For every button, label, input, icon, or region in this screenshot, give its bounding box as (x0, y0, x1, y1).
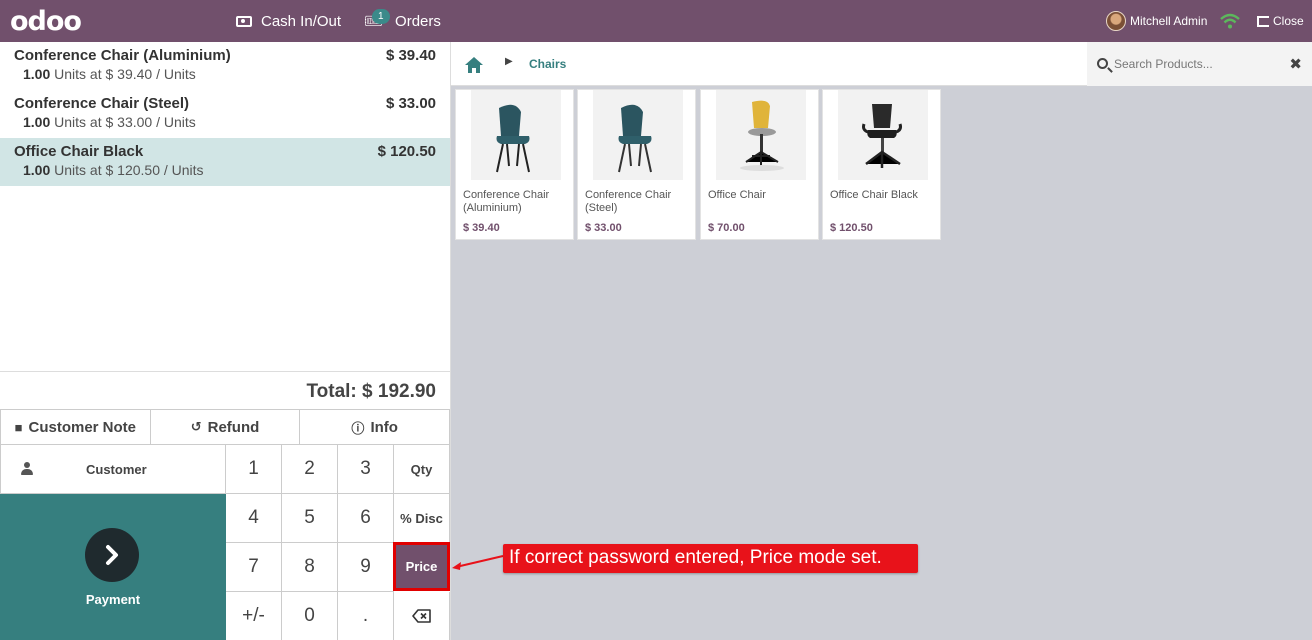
order-line-detail: Units at $ 120.50 / Units (50, 162, 204, 178)
breadcrumb-separator-icon: ▶ (505, 56, 513, 67)
backspace-icon (411, 609, 431, 623)
order-line-qty: 1.00 (23, 162, 51, 178)
product-name: Office Chair (708, 189, 766, 201)
customer-button[interactable]: Customer (0, 445, 226, 494)
refund-label: Refund (207, 418, 260, 436)
payment-label: Payment (85, 592, 141, 607)
numpad-key-6[interactable]: 6 (338, 494, 394, 543)
price-mode-button[interactable]: Price (393, 542, 450, 591)
breadcrumb-chairs[interactable]: Chairs (529, 57, 566, 71)
annotation-callout: If correct password entered, Price mode … (503, 544, 918, 573)
close-label: Close (1273, 14, 1304, 28)
product-price: $ 120.50 (830, 222, 873, 234)
product-toolbar: ▶ Chairs ✖ (451, 42, 1312, 86)
order-line-name: Conference Chair (Aluminium) (14, 47, 231, 64)
undo-icon: ↺ (190, 419, 202, 434)
info-icon: ⓘ (351, 420, 365, 436)
numpad: 1 2 3 Qty 4 5 6 % Disc 7 8 9 Price +/- 0… (226, 445, 450, 640)
search-icon (1097, 58, 1108, 69)
info-button[interactable]: ⓘ Info (300, 409, 451, 445)
product-price: $ 39.40 (463, 222, 500, 234)
cash-in-out-label: Cash In/Out (261, 12, 342, 30)
order-line-selected[interactable]: Office Chair Black $ 120.50 1.00 Units a… (0, 138, 450, 186)
numpad-key-0[interactable]: 0 (282, 592, 338, 640)
control-buttons: ■ Customer Note ↺ Refund ⓘ Info (0, 409, 451, 445)
order-panel: Conference Chair (Aluminium) $ 39.40 1.0… (0, 42, 451, 640)
cash-icon (236, 15, 252, 27)
close-button[interactable]: Close (1257, 0, 1304, 42)
numpad-key-2[interactable]: 2 (282, 445, 338, 494)
numpad-key-9[interactable]: 9 (338, 543, 394, 592)
order-line[interactable]: Conference Chair (Steel) $ 33.00 1.00 Un… (0, 90, 450, 138)
avatar (1106, 11, 1126, 31)
order-total-row: Total: $ 192.90 (0, 371, 450, 409)
orders-label: Orders (395, 12, 441, 30)
order-total: Total: $ 192.90 (306, 381, 436, 402)
product-image (716, 90, 806, 180)
user-icon (21, 462, 33, 476)
order-line-name: Office Chair Black (14, 143, 144, 160)
product-card[interactable]: Office Chair Black $ 120.50 (822, 89, 941, 240)
numpad-key-1[interactable]: 1 (226, 445, 282, 494)
top-bar: odoo Cash In/Out 🎟 Orders 1 Mitchell Adm… (0, 0, 1312, 42)
user-menu[interactable]: Mitchell Admin (1106, 0, 1207, 42)
annotation-arrow-icon (452, 555, 504, 570)
orders-count-badge: 1 (372, 9, 390, 24)
qty-mode-button[interactable]: Qty (394, 445, 450, 494)
numpad-key-4[interactable]: 4 (226, 494, 282, 543)
product-name: Conference Chair (Aluminium) (463, 189, 550, 214)
note-icon: ■ (14, 419, 23, 435)
numpad-key-3[interactable]: 3 (338, 445, 394, 494)
chevron-right-icon (85, 528, 139, 582)
odoo-logo: odoo (10, 6, 82, 37)
search-input[interactable] (1114, 55, 1284, 73)
order-line-detail: Units at $ 39.40 / Units (50, 66, 196, 82)
user-name: Mitchell Admin (1130, 14, 1208, 28)
order-line-info: 1.00 Units at $ 39.40 / Units (23, 66, 196, 82)
payment-button[interactable]: Payment (0, 494, 226, 640)
wifi-icon (1220, 13, 1240, 29)
customer-note-label: Customer Note (28, 418, 137, 436)
product-image (471, 90, 561, 180)
backspace-button[interactable] (394, 592, 450, 640)
customer-label: Customer (86, 462, 147, 477)
refund-button[interactable]: ↺ Refund (150, 409, 301, 445)
product-price: $ 33.00 (585, 222, 622, 234)
order-line-name: Conference Chair (Steel) (14, 95, 190, 112)
numpad-key-decimal[interactable]: . (338, 592, 394, 640)
product-name: Office Chair Black (830, 189, 918, 201)
numpad-key-7[interactable]: 7 (226, 543, 282, 592)
order-line-detail: Units at $ 33.00 / Units (50, 114, 196, 130)
order-line-price: $ 39.40 (385, 47, 436, 64)
search-box: ✖ (1087, 42, 1312, 86)
clear-search-icon[interactable]: ✖ (1289, 55, 1302, 73)
discount-mode-button[interactable]: % Disc (394, 494, 450, 543)
numpad-key-plus-minus[interactable]: +/- (226, 592, 282, 640)
customer-note-button[interactable]: ■ Customer Note (0, 409, 151, 445)
order-line-qty: 1.00 (23, 114, 51, 130)
info-label: Info (370, 418, 398, 436)
product-image (593, 90, 683, 180)
product-price: $ 70.00 (708, 222, 745, 234)
cash-in-out-button[interactable]: Cash In/Out (236, 0, 341, 42)
order-line-info: 1.00 Units at $ 120.50 / Units (23, 162, 204, 178)
product-card[interactable]: Conference Chair (Aluminium) $ 39.40 (455, 89, 574, 240)
order-line-price: $ 120.50 (377, 143, 436, 160)
sign-out-icon (1257, 15, 1269, 27)
numpad-key-5[interactable]: 5 (282, 494, 338, 543)
order-line-price: $ 33.00 (385, 95, 436, 112)
order-line[interactable]: Conference Chair (Aluminium) $ 39.40 1.0… (0, 42, 450, 90)
product-name: Conference Chair (Steel) (585, 189, 672, 214)
order-line-qty: 1.00 (23, 66, 51, 82)
order-line-info: 1.00 Units at $ 33.00 / Units (23, 114, 196, 130)
numpad-key-8[interactable]: 8 (282, 543, 338, 592)
product-card[interactable]: Conference Chair (Steel) $ 33.00 (577, 89, 696, 240)
product-image (838, 90, 928, 180)
home-icon[interactable] (464, 56, 484, 74)
product-card[interactable]: Office Chair $ 70.00 (700, 89, 819, 240)
